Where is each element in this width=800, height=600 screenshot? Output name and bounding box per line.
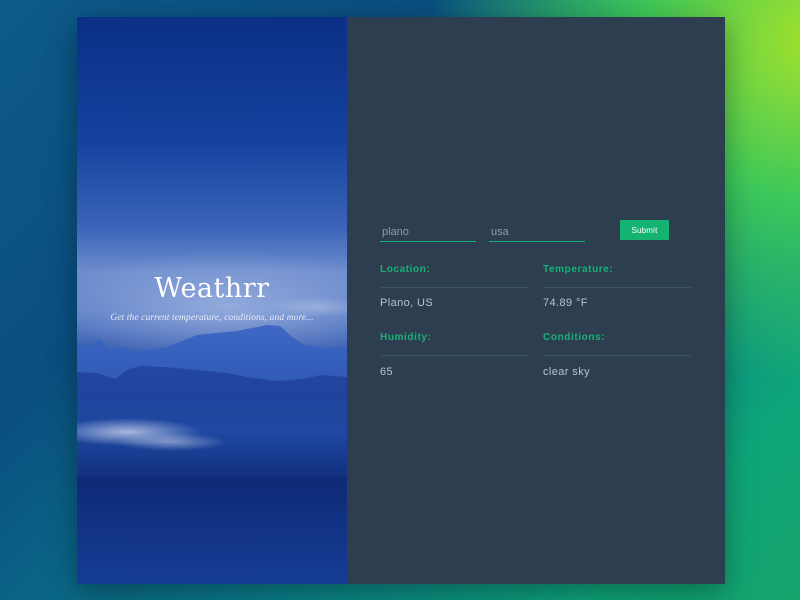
location-divider: [380, 287, 528, 288]
conditions-label: Conditions:: [543, 332, 606, 343]
weather-panel: Submit Location: Plano, US Temperature: …: [347, 17, 725, 584]
hero-panel: Weathrr Get the current temperature, con…: [77, 17, 347, 584]
temperature-divider: [543, 287, 691, 288]
conditions-value: clear sky: [543, 366, 590, 378]
humidity-label: Humidity:: [380, 332, 432, 343]
humidity-value: 65: [380, 366, 394, 378]
weather-app-card: Weathrr Get the current temperature, con…: [77, 17, 725, 584]
app-subtitle: Get the current temperature, conditions,…: [110, 313, 314, 323]
city-input[interactable]: [380, 222, 476, 242]
app-title: Weathrr: [154, 273, 270, 304]
temperature-value: 74.89 °F: [543, 297, 588, 309]
submit-button[interactable]: Submit: [620, 220, 669, 240]
conditions-divider: [543, 355, 691, 356]
location-value: Plano, US: [380, 297, 434, 309]
humidity-divider: [380, 355, 528, 356]
location-label: Location:: [380, 264, 431, 275]
temperature-label: Temperature:: [543, 264, 614, 275]
country-input[interactable]: [489, 222, 585, 242]
hero-text: Weathrr Get the current temperature, con…: [77, 273, 347, 323]
